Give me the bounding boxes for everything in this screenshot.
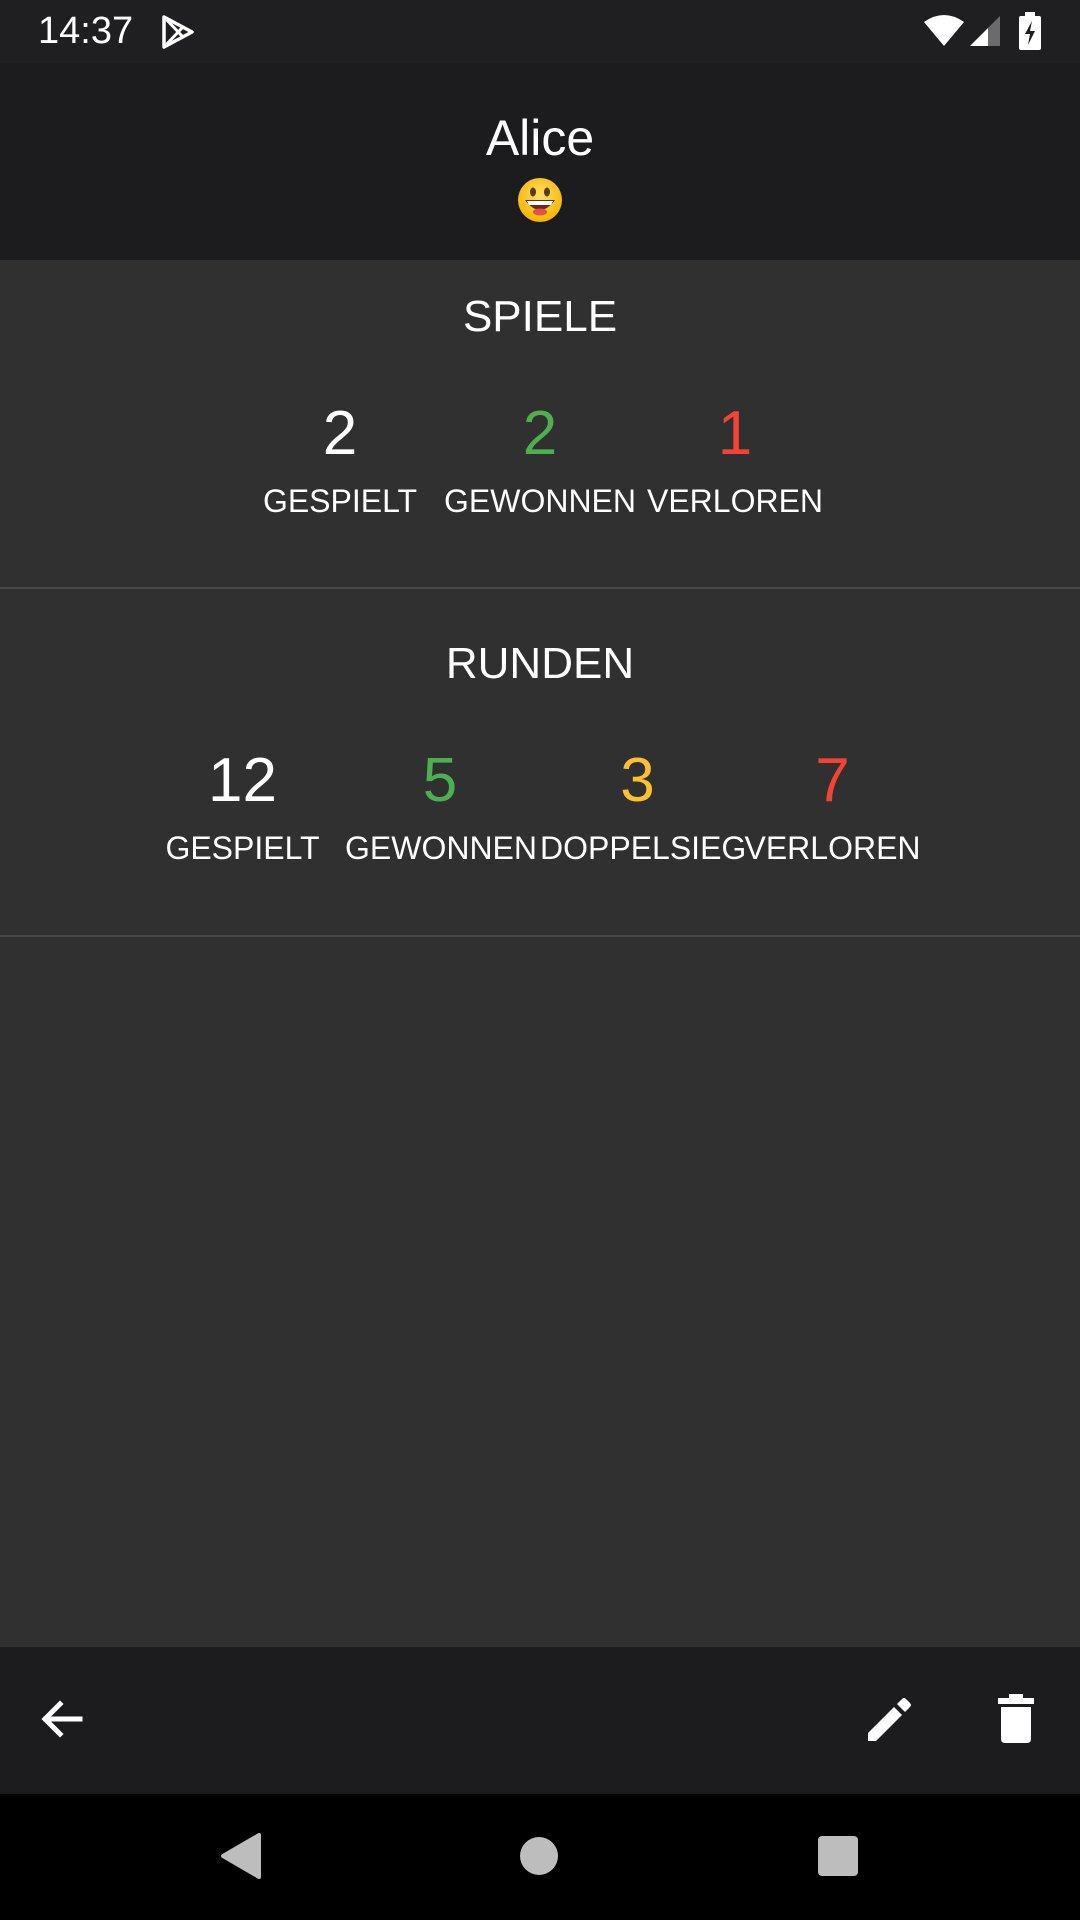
wifi-icon (922, 14, 966, 53)
games-section: SPIELE 2 GESPIELT 2 GEWONNEN 1 VERLOREN (0, 260, 1080, 589)
games-title: SPIELE (462, 292, 618, 341)
rounds-lost-stat: 7 VERLOREN (740, 744, 925, 868)
nav-home-icon (519, 1836, 559, 1881)
delete-button[interactable] (978, 1683, 1054, 1759)
play-store-icon (160, 14, 196, 55)
nav-recents-icon (817, 1835, 859, 1882)
delete-trash-icon (996, 1693, 1036, 1749)
games-won-value: 2 (522, 399, 558, 468)
games-played-stat: 2 GESPIELT (250, 397, 430, 521)
stats-content: SPIELE 2 GESPIELT 2 GEWONNEN 1 VERLOREN … (0, 260, 1080, 1647)
rounds-double-win-value: 3 (620, 746, 655, 815)
rounds-won-value: 5 (422, 746, 458, 815)
rounds-played-stat: 12 GESPIELT (150, 744, 335, 868)
rounds-played-value: 12 (208, 746, 277, 815)
rounds-lost-value: 7 (815, 746, 850, 815)
player-name: Alice (485, 110, 595, 166)
rounds-won-label: GEWONNEN (345, 830, 537, 866)
nav-recents-button[interactable] (802, 1822, 874, 1894)
rounds-lost-label: VERLOREN (744, 830, 921, 866)
status-time: 14:37 (38, 10, 134, 52)
grinning-face-icon (0, 176, 1080, 224)
rounds-played-label: GESPIELT (165, 830, 320, 866)
edit-pencil-icon (864, 1693, 916, 1750)
player-header: Alice (0, 63, 1080, 260)
rounds-double-win-stat: 3 DOPPELSIEG (540, 744, 747, 868)
rounds-section: RUNDEN 12 GESPIELT 5 GEWONNEN 3 DOPPELSI… (0, 589, 1080, 937)
nav-home-button[interactable] (503, 1822, 575, 1894)
status-bar: 14:37 (0, 0, 1080, 63)
rounds-title: RUNDEN (445, 639, 635, 688)
rounds-double-win-label: DOPPELSIEG (540, 830, 747, 866)
battery-charging-icon (1018, 12, 1042, 55)
back-arrow-icon (38, 1695, 86, 1748)
nav-back-button[interactable] (204, 1822, 276, 1894)
signal-icon (968, 14, 1002, 53)
edit-button[interactable] (852, 1683, 928, 1759)
rounds-won-stat: 5 GEWONNEN (345, 744, 537, 868)
nav-back-icon (217, 1831, 263, 1886)
bottom-app-bar (0, 1647, 1080, 1794)
games-won-stat: 2 GEWONNEN (440, 397, 640, 521)
games-won-label: GEWONNEN (444, 483, 636, 519)
games-lost-label: VERLOREN (646, 483, 824, 519)
system-nav-bar (0, 1794, 1080, 1920)
games-lost-stat: 1 VERLOREN (645, 397, 825, 521)
back-button[interactable] (24, 1683, 100, 1759)
games-played-label: GESPIELT (262, 483, 418, 519)
games-lost-value: 1 (717, 399, 753, 468)
games-played-value: 2 (322, 399, 358, 468)
